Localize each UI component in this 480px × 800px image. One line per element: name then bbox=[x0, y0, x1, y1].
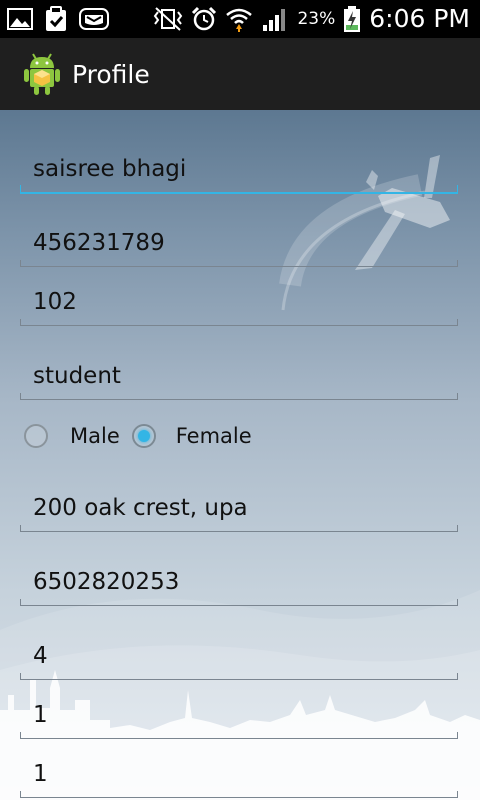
clipboard-check-icon bbox=[46, 6, 66, 31]
male-label[interactable]: Male bbox=[70, 424, 120, 448]
field-8[interactable] bbox=[20, 633, 458, 680]
vibrate-mute-icon bbox=[154, 6, 183, 31]
phone-field[interactable] bbox=[20, 559, 458, 606]
name-field[interactable] bbox=[20, 146, 458, 194]
alarm-icon bbox=[192, 6, 217, 30]
female-label[interactable]: Female bbox=[176, 424, 252, 448]
address-field[interactable] bbox=[20, 485, 458, 532]
field-10-input[interactable] bbox=[20, 751, 458, 797]
field-8-input[interactable] bbox=[20, 633, 458, 679]
gallery-icon bbox=[7, 8, 33, 30]
clock: 6:06 PM bbox=[369, 4, 470, 33]
id-number-input[interactable] bbox=[20, 220, 458, 266]
room-field[interactable] bbox=[20, 279, 458, 326]
male-radio[interactable] bbox=[24, 424, 48, 448]
gender-radio-group: Male Female bbox=[24, 420, 252, 452]
address-input[interactable] bbox=[20, 485, 458, 531]
android-app-icon bbox=[24, 53, 60, 95]
occupation-field[interactable] bbox=[20, 353, 458, 400]
wifi-icon bbox=[226, 8, 253, 32]
field-9[interactable] bbox=[20, 692, 458, 739]
female-radio[interactable] bbox=[131, 424, 156, 448]
signal-icon bbox=[263, 8, 286, 31]
battery-charging-icon bbox=[344, 5, 361, 32]
name-input[interactable] bbox=[20, 146, 458, 192]
action-bar: Profile bbox=[0, 38, 480, 112]
room-input[interactable] bbox=[20, 279, 458, 325]
status-bar: 23% 6:06 PM bbox=[0, 0, 480, 38]
battery-percent: 23% bbox=[297, 8, 336, 29]
occupation-input[interactable] bbox=[20, 353, 458, 399]
phone-input[interactable] bbox=[20, 559, 458, 605]
mail-icon bbox=[79, 8, 109, 30]
id-number-field[interactable] bbox=[20, 220, 458, 267]
profile-form: Male Female bbox=[0, 110, 480, 800]
field-9-input[interactable] bbox=[20, 692, 458, 738]
field-10[interactable] bbox=[20, 751, 458, 798]
page-title: Profile bbox=[72, 59, 150, 89]
